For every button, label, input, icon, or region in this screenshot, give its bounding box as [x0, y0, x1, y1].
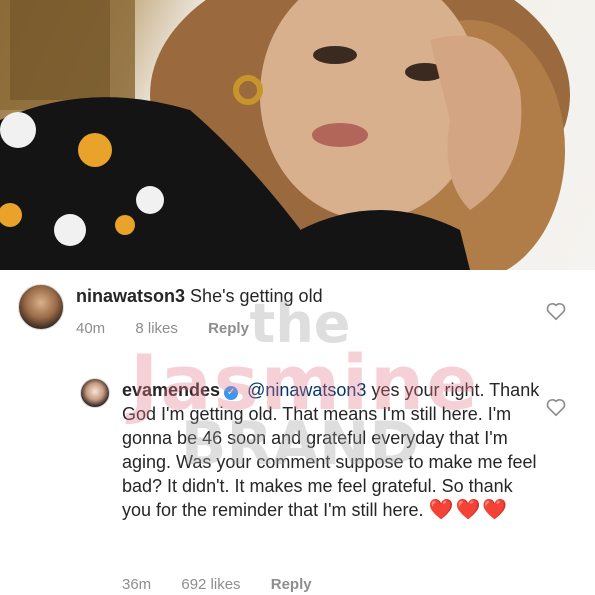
heart-outline-icon[interactable]	[545, 300, 567, 322]
heart-emoji: ❤️❤️❤️	[428, 499, 510, 521]
avatar[interactable]	[80, 378, 110, 408]
heart-outline-icon[interactable]	[545, 396, 567, 418]
photo-illustration	[0, 0, 570, 270]
username-link[interactable]: evamendes	[122, 380, 220, 400]
comment-time: 40m	[76, 320, 106, 337]
comment-text: evamendes ✓ @ninawatson3 yes your right. …	[122, 378, 542, 522]
username-link[interactable]: ninawatson3	[76, 286, 185, 306]
comment-meta: 40m 8 likes Reply	[76, 320, 275, 337]
reply-button[interactable]: Reply	[208, 320, 249, 337]
comment-time: 36m	[122, 576, 152, 593]
comment-body: She's getting old	[190, 286, 323, 306]
likes-count[interactable]: 8 likes	[135, 320, 178, 337]
likes-count[interactable]: 692 likes	[181, 576, 240, 593]
mention-link[interactable]: @ninawatson3	[247, 380, 366, 400]
comment-evamendes: evamendes ✓ @ninawatson3 yes your right. …	[0, 372, 595, 595]
comment-text: ninawatson3 She's getting old	[76, 284, 546, 308]
comment-meta: 36m 692 likes Reply	[122, 576, 338, 593]
comment-ninawatson3: ninawatson3 She's getting old 40m 8 like…	[0, 280, 595, 350]
avatar[interactable]	[18, 284, 64, 330]
post-photo	[0, 0, 595, 270]
verified-badge-icon: ✓	[224, 386, 239, 400]
reply-button[interactable]: Reply	[271, 576, 312, 593]
